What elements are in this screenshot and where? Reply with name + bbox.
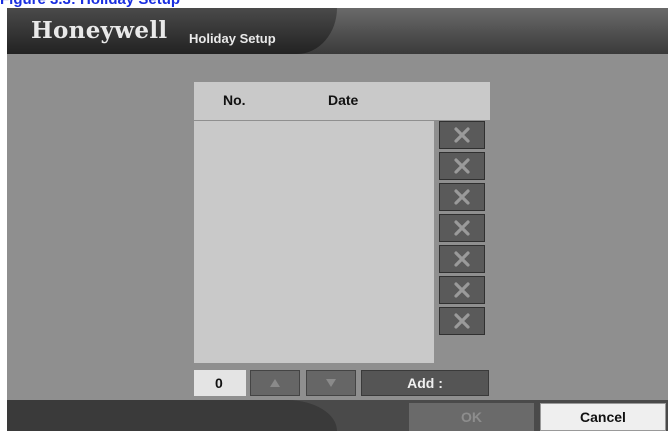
scroll-down-button[interactable]: [306, 370, 356, 396]
cancel-button[interactable]: Cancel: [540, 403, 666, 431]
delete-button-2[interactable]: [439, 152, 485, 180]
holiday-setup-screen: Honeywell Holiday Setup No. Date 0 Add :…: [7, 8, 668, 431]
delete-button-3[interactable]: [439, 183, 485, 211]
delete-icon: [454, 282, 470, 298]
delete-icon: [454, 313, 470, 329]
holiday-count-value: 0: [215, 375, 223, 391]
column-header-date: Date: [328, 92, 359, 108]
ok-button[interactable]: OK: [409, 403, 534, 431]
list-header: No. Date: [194, 82, 490, 120]
delete-icon: [454, 251, 470, 267]
delete-button-4[interactable]: [439, 214, 485, 242]
column-header-no: No.: [223, 92, 246, 108]
holiday-count: 0: [194, 370, 246, 396]
arrow-up-icon: [270, 379, 280, 387]
figure-caption: Figure 3.3: Holiday Setup: [0, 0, 180, 8]
brand-logo: Honeywell: [31, 17, 168, 44]
arrow-down-icon: [326, 379, 336, 387]
delete-button-7[interactable]: [439, 307, 485, 335]
figure-caption-strip: Figure 3.3: Holiday Setup: [0, 0, 668, 8]
add-holiday-button[interactable]: Add :: [361, 370, 489, 396]
footer-curve: [7, 400, 337, 431]
delete-button-6[interactable]: [439, 276, 485, 304]
delete-button-1[interactable]: [439, 121, 485, 149]
holiday-list[interactable]: [194, 121, 434, 363]
delete-button-5[interactable]: [439, 245, 485, 273]
scroll-up-button[interactable]: [250, 370, 300, 396]
title-bar: Honeywell Holiday Setup: [7, 8, 668, 54]
delete-icon: [454, 158, 470, 174]
delete-icon: [454, 220, 470, 236]
delete-icon: [454, 127, 470, 143]
page-title: Holiday Setup: [189, 31, 276, 46]
delete-icon: [454, 189, 470, 205]
